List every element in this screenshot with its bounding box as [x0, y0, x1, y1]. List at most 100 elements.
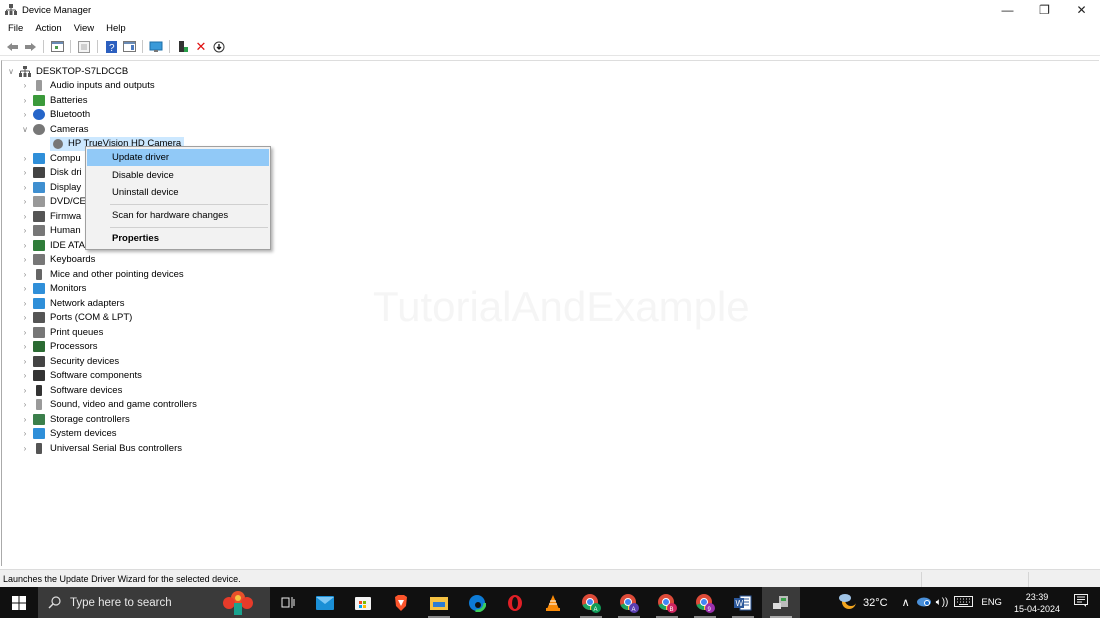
chevron-right-icon[interactable]: › — [20, 415, 30, 424]
tree-category[interactable]: › Mice and other pointing devices — [20, 267, 184, 282]
tree-category[interactable]: › System devices — [20, 427, 117, 442]
menu-action[interactable]: Action — [29, 23, 67, 34]
chevron-right-icon[interactable]: › — [20, 444, 30, 453]
brave-browser-icon[interactable] — [382, 587, 420, 618]
tree-category[interactable]: › IDE ATA — [20, 238, 85, 253]
chrome-profile-a-icon[interactable]: A — [572, 587, 610, 618]
touch-keyboard-icon[interactable] — [954, 595, 974, 610]
chevron-right-icon[interactable]: › — [20, 299, 30, 308]
notification-center-icon[interactable] — [1074, 594, 1088, 611]
menu-item-disable-device[interactable]: Disable device — [87, 167, 269, 184]
tree-category[interactable]: › Universal Serial Bus controllers — [20, 441, 182, 456]
chevron-right-icon[interactable]: › — [20, 226, 30, 235]
tree-category[interactable]: › Audio inputs and outputs — [20, 79, 155, 94]
chevron-down-icon[interactable]: ∨ — [20, 125, 30, 134]
chevron-right-icon[interactable]: › — [20, 371, 30, 380]
chevron-right-icon[interactable]: › — [20, 342, 30, 351]
chevron-right-icon[interactable]: › — [20, 154, 30, 163]
menu-view[interactable]: View — [68, 23, 100, 34]
chevron-right-icon[interactable]: › — [20, 96, 30, 105]
volume-icon[interactable]: 🔈︎)) — [936, 597, 949, 608]
device-manager-taskbar-icon[interactable] — [762, 587, 800, 618]
chevron-right-icon[interactable]: › — [20, 81, 30, 90]
tree-category[interactable]: › Processors — [20, 340, 98, 355]
chevron-right-icon[interactable]: › — [20, 168, 30, 177]
chevron-right-icon[interactable]: › — [20, 212, 30, 221]
menu-item-update-driver[interactable]: Update driver — [87, 149, 269, 166]
tree-category[interactable]: › Security devices — [20, 354, 119, 369]
chrome-profile-a2-icon[interactable]: A — [610, 587, 648, 618]
word-icon[interactable]: W — [724, 587, 762, 618]
taskbar-search-box[interactable]: Type here to search — [38, 587, 270, 618]
tree-category[interactable]: › Storage controllers — [20, 412, 130, 427]
menu-help[interactable]: Help — [100, 23, 132, 34]
edge-browser-icon[interactable] — [458, 587, 496, 618]
chevron-right-icon[interactable]: › — [20, 270, 30, 279]
chevron-right-icon[interactable]: › — [20, 400, 30, 409]
tree-category[interactable]: › Sound, video and game controllers — [20, 398, 197, 413]
chevron-down-icon[interactable]: ∨ — [6, 67, 16, 76]
microsoft-store-icon[interactable] — [344, 587, 382, 618]
chevron-right-icon[interactable]: › — [20, 183, 30, 192]
tree-category[interactable]: › Display — [20, 180, 81, 195]
action-pane-icon[interactable] — [121, 39, 137, 54]
mail-icon[interactable] — [306, 587, 344, 618]
tree-category[interactable]: › Print queues — [20, 325, 103, 340]
help-icon[interactable]: ? — [103, 39, 119, 54]
tree-category[interactable]: › Batteries — [20, 93, 88, 108]
menu-item-properties[interactable]: Properties — [87, 230, 269, 247]
tree-category[interactable]: › Software devices — [20, 383, 122, 398]
chevron-right-icon[interactable]: › — [20, 313, 30, 322]
show-hidden-icons-chevron-icon[interactable]: ∧ — [902, 596, 910, 609]
clock[interactable]: 23:39 15-04-2024 — [1014, 591, 1060, 615]
weather-icon[interactable] — [837, 592, 858, 613]
scan-monitor-icon[interactable] — [148, 39, 164, 54]
show-hide-console-tree-icon[interactable] — [49, 39, 65, 54]
tree-root[interactable]: ∨ DESKTOP-S7LDCCB — [6, 64, 128, 79]
back-icon[interactable] — [4, 39, 20, 54]
tree-category[interactable]: › Monitors — [20, 282, 86, 297]
tree-category[interactable]: › DVD/CE — [20, 195, 86, 210]
tree-category[interactable]: › Software components — [20, 369, 142, 384]
chevron-right-icon[interactable]: › — [20, 197, 30, 206]
task-view-icon[interactable] — [270, 587, 306, 618]
tree-category[interactable]: › Network adapters — [20, 296, 124, 311]
properties-icon[interactable] — [76, 39, 92, 54]
chevron-right-icon[interactable]: › — [20, 241, 30, 250]
tree-category[interactable]: › Compu — [20, 151, 81, 166]
tree-category[interactable]: › Disk dri — [20, 166, 82, 181]
tree-category[interactable]: › Ports (COM & LPT) — [20, 311, 132, 326]
file-explorer-icon[interactable] — [420, 587, 458, 618]
vlc-player-icon[interactable] — [534, 587, 572, 618]
close-button[interactable]: ✕ — [1063, 0, 1100, 20]
restore-button[interactable]: ❐ — [1026, 0, 1063, 20]
menu-file[interactable]: File — [2, 23, 29, 34]
chevron-right-icon[interactable]: › — [20, 110, 30, 119]
title-bar[interactable]: Device Manager — ❐ ✕ — [0, 0, 1100, 20]
enable-device-icon[interactable] — [175, 39, 191, 54]
weather-temperature[interactable]: 32°C — [863, 597, 888, 609]
update-driver-icon[interactable] — [211, 39, 227, 54]
start-button[interactable] — [0, 587, 38, 618]
chevron-right-icon[interactable]: › — [20, 429, 30, 438]
menu-item-uninstall-device[interactable]: Uninstall device — [87, 184, 269, 201]
forward-icon[interactable] — [22, 39, 38, 54]
uninstall-icon[interactable]: ✕ — [193, 39, 209, 54]
chevron-right-icon[interactable]: › — [20, 386, 30, 395]
tree-category[interactable]: ∨ Cameras — [20, 122, 89, 137]
chevron-right-icon[interactable]: › — [20, 357, 30, 366]
tree-category[interactable]: › Firmwa — [20, 209, 81, 224]
language-indicator[interactable]: ENG — [981, 597, 1002, 608]
onedrive-icon[interactable] — [916, 595, 932, 610]
chrome-profile-b-icon[interactable]: B — [648, 587, 686, 618]
chevron-right-icon[interactable]: › — [20, 255, 30, 264]
minimize-button[interactable]: — — [989, 0, 1026, 20]
menu-item-scan-hardware[interactable]: Scan for hardware changes — [87, 207, 269, 224]
tree-category[interactable]: › Bluetooth — [20, 108, 90, 123]
opera-browser-icon[interactable] — [496, 587, 534, 618]
chrome-profile-9-icon[interactable]: 9 — [686, 587, 724, 618]
tree-category[interactable]: › Keyboards — [20, 253, 95, 268]
chevron-right-icon[interactable]: › — [20, 328, 30, 337]
chevron-right-icon[interactable]: › — [20, 284, 30, 293]
tree-category[interactable]: › Human — [20, 224, 81, 239]
